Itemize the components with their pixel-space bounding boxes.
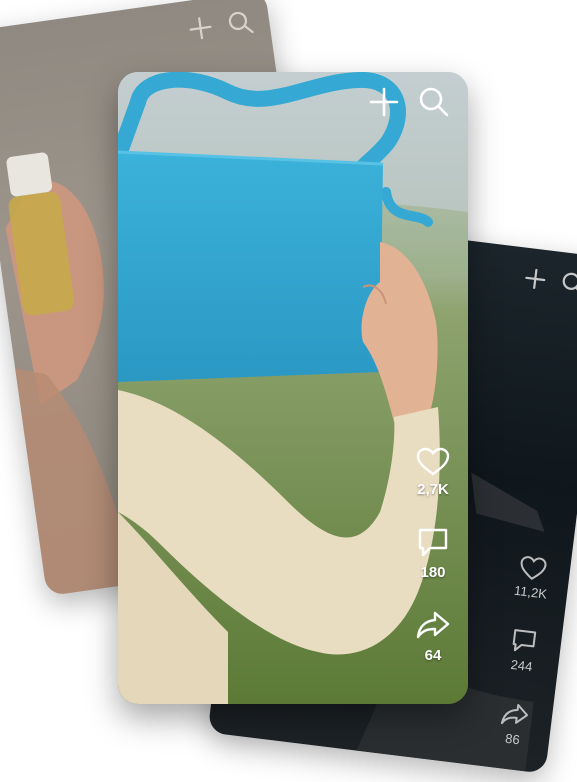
like-action[interactable]: 2,7K (416, 447, 450, 498)
share-action[interactable]: 64 (416, 609, 450, 664)
like-action[interactable]: 11,2K (513, 554, 551, 602)
search-icon[interactable] (560, 270, 577, 297)
comment-action[interactable]: 180 (416, 526, 450, 581)
share-icon[interactable] (500, 699, 531, 730)
search-icon[interactable] (226, 8, 255, 37)
comment-count: 244 (509, 656, 534, 675)
plus-icon[interactable] (186, 14, 215, 43)
share-count: 86 (504, 730, 521, 748)
heart-icon[interactable] (518, 554, 549, 583)
action-column: 2,7K 180 64 (416, 447, 450, 686)
share-action[interactable]: 86 (498, 699, 531, 748)
share-icon[interactable] (416, 609, 450, 643)
top-bar (368, 86, 450, 118)
heart-icon[interactable] (416, 447, 450, 477)
share-count: 64 (424, 647, 442, 664)
video-card-front[interactable]: 2,7K 180 64 (118, 72, 468, 704)
comment-action[interactable]: 244 (507, 626, 540, 675)
search-icon[interactable] (418, 86, 450, 118)
plus-icon[interactable] (368, 86, 400, 118)
comment-icon[interactable] (416, 526, 450, 560)
plus-icon[interactable] (522, 266, 549, 293)
like-count: 11,2K (513, 582, 548, 602)
comment-count: 180 (420, 564, 446, 581)
comment-icon[interactable] (509, 626, 540, 657)
like-count: 2,7K (417, 481, 449, 498)
